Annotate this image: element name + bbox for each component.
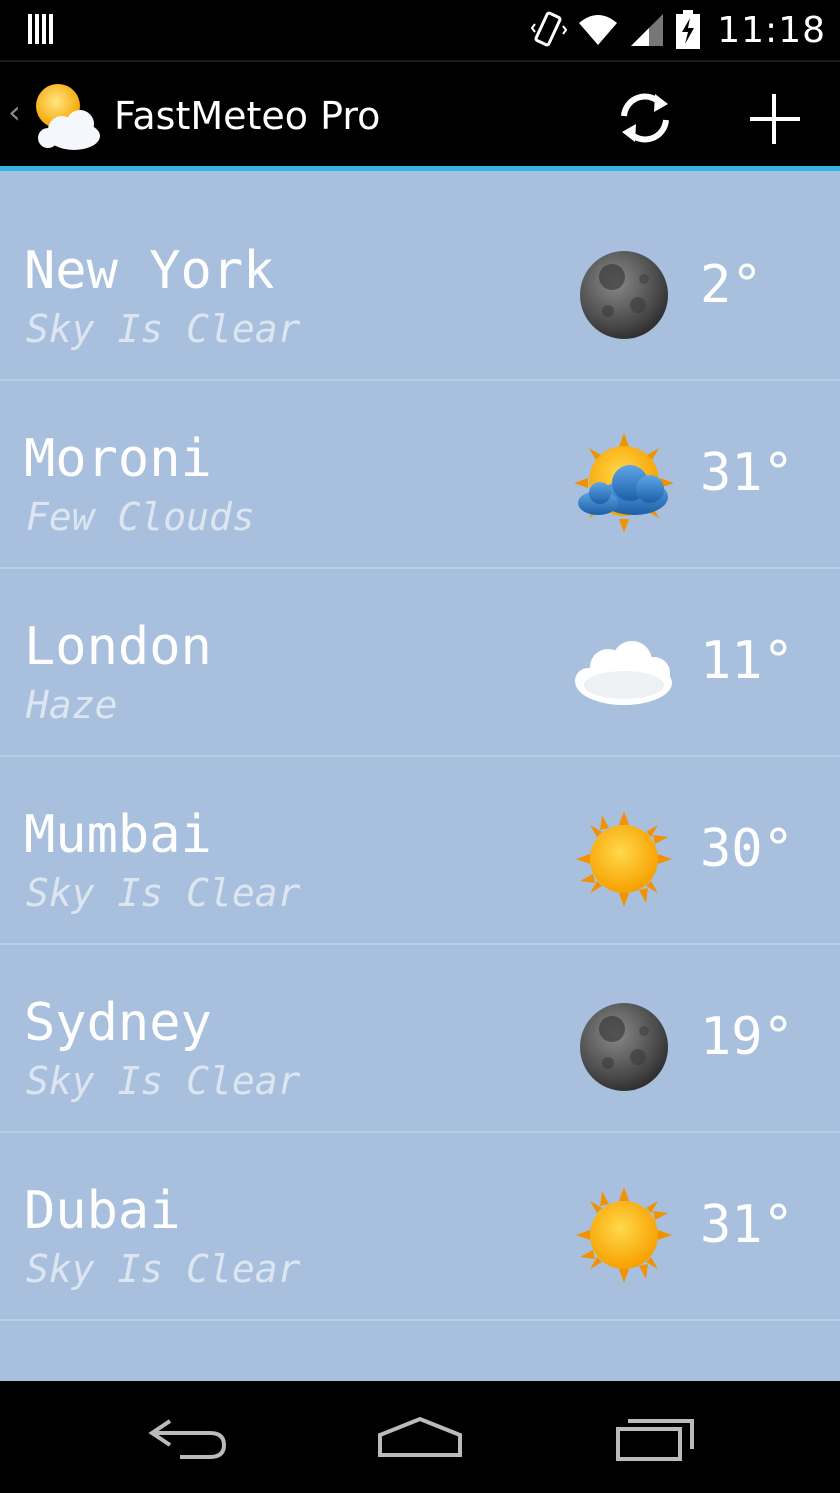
city-row-new-york[interactable]: New York Sky Is Clear 2° (0, 193, 840, 381)
city-list: New York Sky Is Clear 2° Moroni Few Clou… (0, 171, 840, 1381)
temperature: 31° (700, 443, 794, 503)
temperature: 11° (700, 631, 794, 691)
weather-description: Few Clouds (26, 495, 255, 539)
cloud-icon (575, 641, 672, 705)
city-row-sydney[interactable]: Sydney Sky Is Clear 19° (0, 945, 840, 1133)
app-title: FastMeteo Pro (114, 94, 381, 138)
wifi-icon (579, 15, 618, 45)
moon-icon (580, 251, 668, 339)
weather-description: Sky Is Clear (26, 871, 301, 915)
back-icon[interactable] (140, 1409, 236, 1465)
add-icon[interactable] (738, 82, 812, 154)
city-row-moroni[interactable]: Moroni Few Clouds 31° (0, 381, 840, 569)
city-name: New York (24, 241, 275, 301)
temperature: 31° (700, 1195, 794, 1255)
city-row-dubai[interactable]: Dubai Sky Is Clear 31° (0, 1133, 840, 1321)
signal-icon (631, 14, 664, 46)
recent-apps-icon[interactable] (608, 1409, 704, 1465)
app-weather-icon[interactable] (26, 76, 106, 156)
weather-description: Sky Is Clear (26, 1247, 301, 1291)
city-name: London (24, 617, 212, 677)
action-bar: ‹ FastMeteo Pro (0, 60, 840, 166)
notification-bars-icon (28, 14, 53, 44)
weather-description: Haze (26, 683, 118, 727)
sun-cloud-icon (574, 433, 674, 533)
sun-icon (576, 1187, 672, 1283)
vibrate-icon (531, 11, 568, 47)
city-name: Mumbai (24, 805, 212, 865)
moon-icon (580, 1003, 668, 1091)
city-name: Sydney (24, 993, 212, 1053)
temperature: 30° (700, 819, 794, 879)
refresh-icon[interactable] (608, 82, 682, 154)
navigation-bar (0, 1381, 840, 1493)
up-caret-icon[interactable]: ‹ (8, 96, 21, 128)
temperature: 2° (700, 255, 763, 315)
status-clock: 11:18 (717, 9, 826, 51)
weather-description: Sky Is Clear (26, 1059, 301, 1103)
city-row-mumbai[interactable]: Mumbai Sky Is Clear 30° (0, 757, 840, 945)
battery-charging-icon (676, 10, 701, 49)
weather-description: Sky Is Clear (26, 307, 301, 351)
city-name: Dubai (24, 1181, 181, 1241)
city-name: Moroni (24, 429, 212, 489)
sun-icon (576, 811, 672, 907)
temperature: 19° (700, 1007, 794, 1067)
status-bar: 11:18 (0, 0, 840, 60)
home-icon[interactable] (372, 1409, 468, 1465)
city-row-london[interactable]: London Haze 11° (0, 569, 840, 757)
